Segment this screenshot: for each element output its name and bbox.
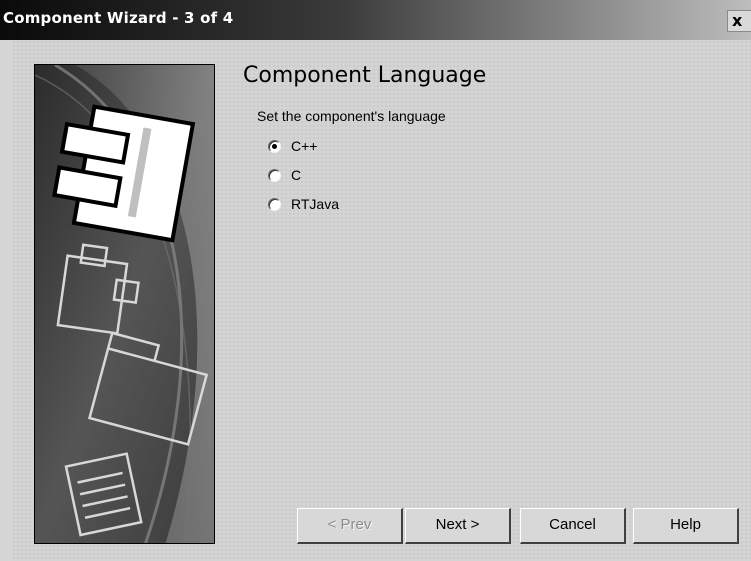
wizard-side-image (34, 64, 215, 544)
close-button[interactable]: x (727, 10, 751, 32)
page-title: Component Language (243, 63, 487, 88)
component-graphic-icon (35, 65, 214, 543)
radio-button-c[interactable] (268, 168, 281, 182)
next-button[interactable]: Next > (405, 508, 511, 544)
prev-button[interactable]: < Prev (297, 508, 403, 544)
help-button[interactable]: Help (633, 508, 739, 544)
radio-label-c[interactable]: C (291, 167, 301, 183)
window-title: Component Wizard - 3 of 4 (3, 9, 234, 27)
radio-label-rtjava[interactable]: RTJava (291, 196, 339, 212)
radio-label-cpp[interactable]: C++ (291, 138, 317, 154)
window-left-frame (0, 40, 12, 561)
radio-button-rtjava[interactable] (268, 197, 281, 211)
cancel-button[interactable]: Cancel (520, 508, 626, 544)
radio-option-cpp[interactable]: C++ (268, 137, 317, 155)
close-icon: x (732, 11, 743, 30)
radio-button-cpp[interactable] (268, 139, 281, 153)
wizard-window: Component Wizard - 3 of 4 x Component La… (0, 0, 751, 561)
radio-option-c[interactable]: C (268, 166, 301, 184)
title-bar[interactable]: Component Wizard - 3 of 4 x (0, 0, 751, 40)
radio-option-rtjava[interactable]: RTJava (268, 195, 339, 213)
instruction-text: Set the component's language (257, 108, 446, 124)
